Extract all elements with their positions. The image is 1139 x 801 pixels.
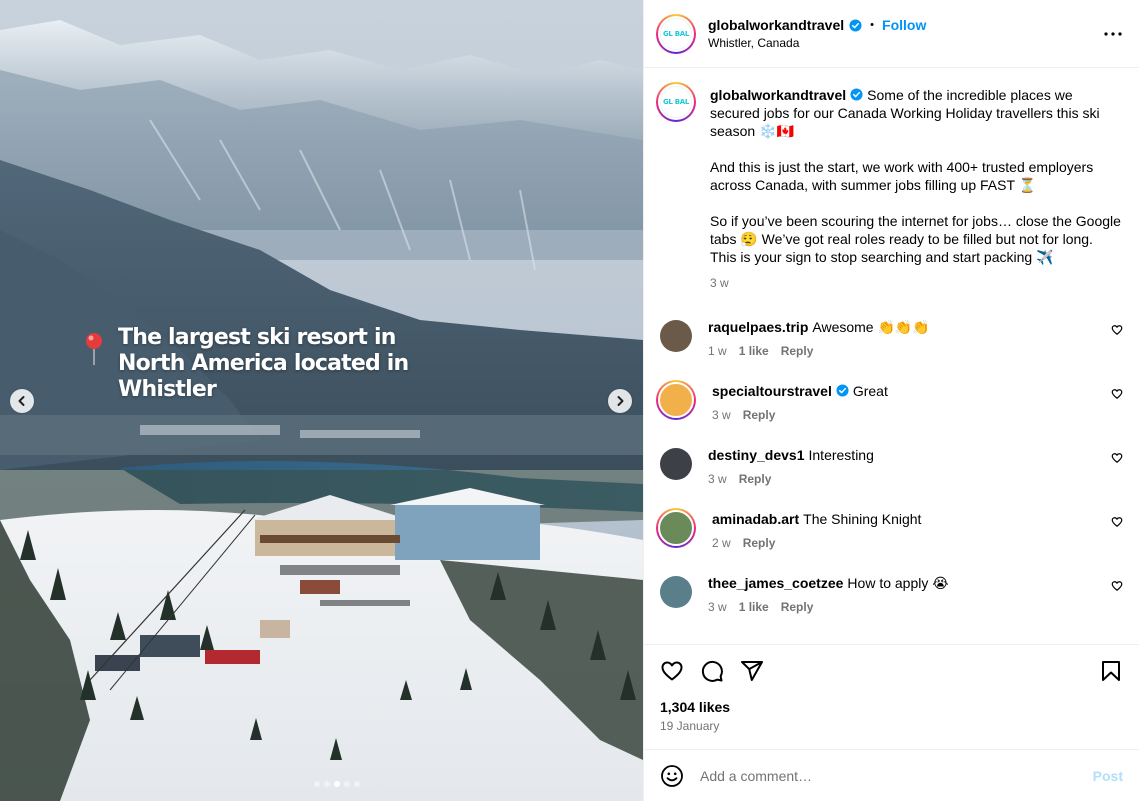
share-icon[interactable] <box>740 659 764 683</box>
comment-text: Awesome 👏👏👏 <box>812 319 930 335</box>
comment-text: Interesting <box>808 447 874 463</box>
more-icon <box>1104 31 1122 36</box>
post-media: The largest ski resort in North America … <box>0 0 643 801</box>
comment-item: destiny_devs1 Interesting 3 w Reply <box>656 446 1123 488</box>
carousel-dot <box>313 781 320 787</box>
commenter-avatar[interactable] <box>656 380 696 420</box>
image-overlay-caption: The largest ski resort in North America … <box>82 325 463 403</box>
comment-item: thee_james_coetzee How to apply 😭 3 w 1 l… <box>656 574 1123 616</box>
separator-dot: • <box>870 19 875 31</box>
carousel-prev-button[interactable] <box>10 389 34 413</box>
reply-button[interactable]: Reply <box>743 534 776 552</box>
overlay-text: The largest ski resort in North America … <box>118 325 409 402</box>
comment-likes[interactable]: 1 like <box>739 598 769 616</box>
follow-button[interactable]: Follow <box>882 17 926 33</box>
heart-icon[interactable] <box>660 659 684 683</box>
commenter-avatar[interactable] <box>660 576 692 608</box>
comment-text: How to apply 😭 <box>847 575 949 591</box>
commenter-avatar[interactable] <box>656 508 696 548</box>
post-caption: GL BAL globalworkandtravel Some of the in… <box>656 82 1123 292</box>
comment-icon[interactable] <box>700 659 724 683</box>
carousel-dot <box>353 781 360 787</box>
comment-age[interactable]: 3 w <box>712 406 731 424</box>
carousel-dots <box>0 781 643 787</box>
action-bar: 1,304 likes 19 January <box>644 644 1139 749</box>
verified-icon <box>849 18 862 32</box>
comment-composer: Add a comment… Post <box>644 749 1139 801</box>
commenter-avatar[interactable] <box>660 448 692 480</box>
author-username[interactable]: globalworkandtravel <box>708 17 844 33</box>
chevron-left-icon <box>18 396 25 406</box>
likes-count[interactable]: 1,304 likes <box>660 699 1123 715</box>
carousel-next-button[interactable] <box>608 389 632 413</box>
caption-avatar-logo: GL BAL <box>660 86 692 118</box>
author-avatar-logo: GL BAL <box>660 17 692 50</box>
verified-icon <box>850 88 863 101</box>
pin-icon <box>86 333 102 365</box>
comment-list: raquelpaes.trip Awesome 👏👏👏 1 w 1 like Re… <box>656 318 1123 616</box>
post-location[interactable]: Whistler, Canada <box>708 36 1101 50</box>
reply-button[interactable]: Reply <box>781 598 814 616</box>
comment-text: The Shining Knight <box>803 511 922 527</box>
post-comment-button[interactable]: Post <box>1093 768 1123 784</box>
comment-item: specialtourstravel Great 3 w Reply <box>656 380 1123 424</box>
commenter-username[interactable]: specialtourstravel <box>712 383 832 399</box>
comment-text: Great <box>852 383 888 399</box>
comment-item: aminadab.art The Shining Knight 2 w Reply <box>656 508 1123 552</box>
chevron-right-icon <box>617 396 624 406</box>
comment-heart-icon[interactable] <box>1111 324 1123 336</box>
post-header: GL BAL globalworkandtravel • Follow Whis… <box>644 0 1139 68</box>
comment-age[interactable]: 3 w <box>708 598 727 616</box>
commenter-username[interactable]: destiny_devs1 <box>708 447 805 463</box>
comment-age[interactable]: 2 w <box>712 534 731 552</box>
emoji-icon[interactable] <box>660 764 684 788</box>
caption-text: Some of the incredible places we secured… <box>710 87 1121 265</box>
comment-item: raquelpaes.trip Awesome 👏👏👏 1 w 1 like Re… <box>656 318 1123 360</box>
comment-input[interactable]: Add a comment… <box>700 768 1077 784</box>
author-avatar[interactable]: GL BAL <box>656 13 696 54</box>
commenter-username[interactable]: raquelpaes.trip <box>708 319 808 335</box>
carousel-dot <box>343 781 350 787</box>
bookmark-icon[interactable] <box>1099 659 1123 683</box>
commenter-username[interactable]: thee_james_coetzee <box>708 575 843 591</box>
comment-heart-icon[interactable] <box>1111 516 1123 528</box>
commenter-username[interactable]: aminadab.art <box>712 511 799 527</box>
post-side-panel: GL BAL globalworkandtravel • Follow Whis… <box>643 0 1139 801</box>
reply-button[interactable]: Reply <box>743 406 776 424</box>
carousel-dot <box>323 781 330 787</box>
comment-likes[interactable]: 1 like <box>739 342 769 360</box>
comment-heart-icon[interactable] <box>1111 452 1123 464</box>
caption-author-avatar[interactable]: GL BAL <box>656 82 696 122</box>
reply-button[interactable]: Reply <box>781 342 814 360</box>
verified-icon <box>836 384 849 397</box>
instagram-post-dialog: The largest ski resort in North America … <box>0 0 1139 801</box>
comments-section[interactable]: GL BAL globalworkandtravel Some of the in… <box>644 68 1139 644</box>
caption-age[interactable]: 3 w <box>710 274 1123 292</box>
comment-heart-icon[interactable] <box>1111 580 1123 592</box>
reply-button[interactable]: Reply <box>739 470 772 488</box>
caption-username[interactable]: globalworkandtravel <box>710 87 846 103</box>
comment-heart-icon[interactable] <box>1111 388 1123 400</box>
more-options-button[interactable] <box>1101 22 1125 46</box>
comment-age[interactable]: 3 w <box>708 470 727 488</box>
carousel-dot <box>333 781 340 787</box>
commenter-avatar[interactable] <box>660 320 692 352</box>
comment-age[interactable]: 1 w <box>708 342 727 360</box>
post-date: 19 January <box>660 719 720 733</box>
